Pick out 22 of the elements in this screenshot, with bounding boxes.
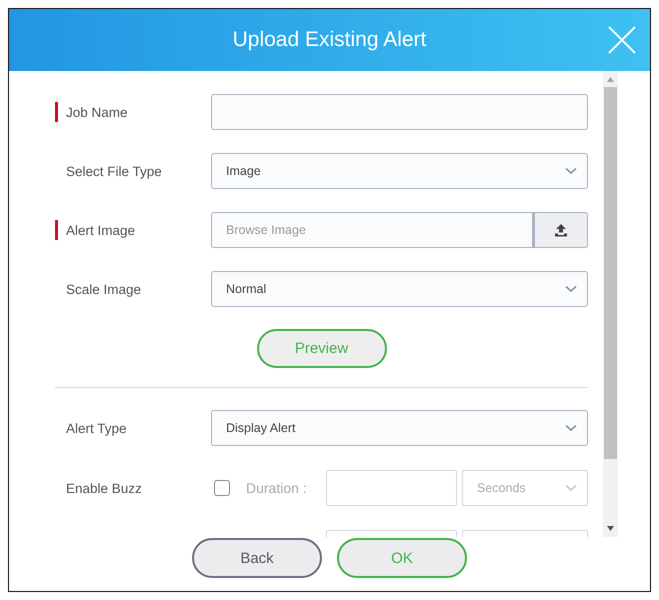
chevron-icon [565, 484, 577, 492]
field-label: Enable Buzz [66, 480, 142, 496]
field-label: Alert Image [66, 222, 136, 238]
text-field[interactable] [211, 94, 588, 130]
duration-label: Duration : [246, 480, 308, 496]
chevron-icon [565, 167, 577, 175]
select-field[interactable]: Normal [211, 271, 588, 307]
field-label: Job Name [66, 104, 128, 120]
upload-button[interactable] [533, 212, 588, 248]
close-icon[interactable] [608, 26, 636, 54]
chevron-icon [565, 285, 577, 293]
back-button[interactable]: Back [192, 538, 322, 578]
scrollbar[interactable] [603, 71, 618, 537]
upload-icon [554, 223, 568, 237]
select-field[interactable]: Image [211, 153, 588, 189]
field-label: Select File Type [66, 164, 162, 178]
dialog-title: Upload Existing Alert [232, 28, 426, 52]
field-label: Scale Image [66, 282, 142, 296]
select-field[interactable]: Display Alert [211, 410, 588, 446]
field-label: Alert Type [66, 420, 127, 436]
file-path-field[interactable]: Browse Image [211, 212, 533, 248]
chevron-icon [565, 424, 577, 432]
